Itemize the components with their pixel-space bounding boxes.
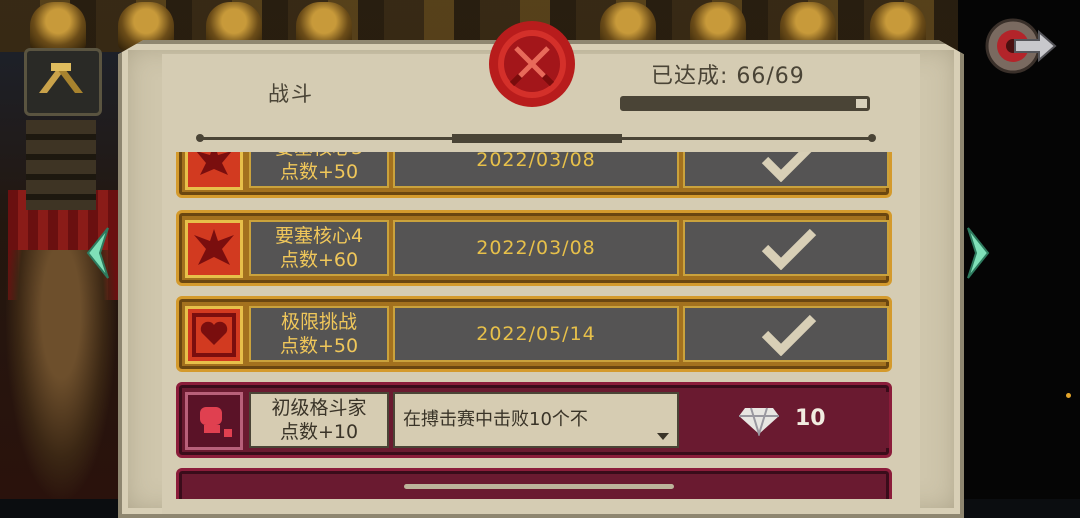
heart-lock-icon bbox=[185, 306, 243, 364]
achievement-name: 要塞核心3 bbox=[251, 152, 387, 160]
menu-emblem-button[interactable] bbox=[24, 48, 102, 116]
checkmark-icon bbox=[761, 152, 812, 182]
list-scroll-indicator bbox=[404, 484, 674, 489]
achievement-name-cell: 要塞核心3 点数+50 bbox=[249, 152, 389, 188]
completion-date: 2022/03/08 bbox=[393, 152, 679, 188]
track-start bbox=[196, 134, 204, 142]
achievement-points: 点数+50 bbox=[279, 335, 359, 357]
achievement-points: 点数+10 bbox=[279, 421, 359, 443]
achievement-name: 初级格斗家 bbox=[271, 397, 367, 419]
achievement-name-cell: 初级格斗家 点数+10 bbox=[249, 392, 389, 448]
wall-plates bbox=[26, 120, 96, 210]
achievement-name: 要塞核心4 bbox=[274, 225, 364, 247]
tab-scroll-track[interactable] bbox=[196, 134, 876, 143]
diamond-icon bbox=[739, 407, 779, 436]
completed-status bbox=[683, 152, 889, 188]
achievement-points: 点数+50 bbox=[279, 161, 359, 183]
achievement-row[interactable]: 要塞核心4 点数+60 2022/03/08 bbox=[176, 210, 892, 286]
checkmark-icon bbox=[761, 228, 817, 270]
achievement-row[interactable]: 要塞核心3 点数+50 2022/03/08 bbox=[176, 152, 892, 198]
achievement-name-cell: 极限挑战 点数+50 bbox=[249, 306, 389, 362]
completed-status bbox=[683, 220, 889, 276]
bust-statue bbox=[30, 2, 86, 50]
progress-bar bbox=[620, 96, 870, 111]
completion-date: 2022/05/14 bbox=[393, 306, 679, 362]
achievement-name: 极限挑战 bbox=[280, 311, 357, 333]
category-title: 战斗 bbox=[268, 82, 314, 106]
reward-value: 10 bbox=[795, 406, 826, 431]
achievement-list[interactable]: 要塞核心3 点数+50 2022/03/08 要塞核心4 点数+60 2022/… bbox=[170, 152, 900, 499]
tab-scroll-thumb[interactable] bbox=[452, 134, 622, 143]
progress-counter: 已达成: 66/69 bbox=[651, 64, 805, 89]
expand-arrow-icon[interactable] bbox=[657, 433, 669, 440]
back-arrow-button[interactable] bbox=[985, 16, 1057, 76]
warrior-statue bbox=[6, 250, 116, 499]
reward-display: 10 bbox=[683, 392, 889, 448]
achievement-name-cell: 要塞核心4 点数+60 bbox=[249, 220, 389, 276]
achievement-row[interactable]: 极限挑战 点数+50 2022/05/14 bbox=[176, 296, 892, 372]
eagle-crest-icon bbox=[185, 220, 243, 278]
crossed-hammers-icon bbox=[39, 63, 83, 93]
notification-dot bbox=[1066, 393, 1071, 398]
progress-fill bbox=[623, 99, 857, 108]
completion-date: 2022/03/08 bbox=[393, 220, 679, 276]
next-page-arrow-icon[interactable] bbox=[964, 226, 992, 280]
achievement-description[interactable]: 在搏击赛中击败10个不 bbox=[393, 392, 679, 448]
completed-status bbox=[683, 306, 889, 362]
checkmark-icon bbox=[761, 314, 817, 356]
boxing-glove-icon bbox=[185, 392, 243, 450]
eagle-crest-icon bbox=[185, 152, 243, 190]
achievement-points: 点数+60 bbox=[279, 249, 359, 271]
previous-page-arrow-icon[interactable] bbox=[84, 226, 112, 280]
crossed-swords-seal-icon bbox=[489, 21, 575, 107]
track-end bbox=[868, 134, 876, 142]
description-text: 在搏击赛中击败10个不 bbox=[403, 409, 588, 430]
achievement-row[interactable]: 初级格斗家 点数+10 在搏击赛中击败10个不 10 bbox=[176, 382, 892, 458]
